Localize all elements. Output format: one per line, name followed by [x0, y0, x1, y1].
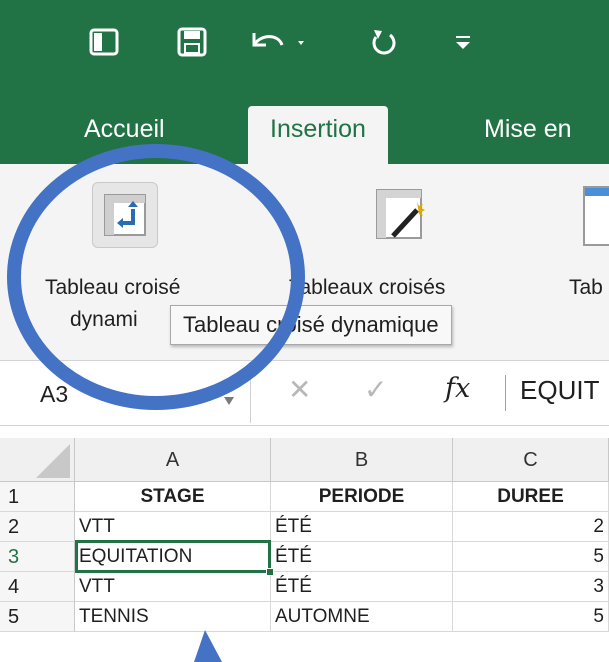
tab-mise-en-page[interactable]: Mise en	[484, 106, 572, 164]
redo-icon[interactable]	[363, 22, 403, 62]
row-header-1[interactable]: 1	[0, 482, 75, 512]
cell-b1[interactable]: PERIODE	[271, 482, 453, 512]
column-header-a[interactable]: A	[75, 438, 271, 482]
pivot-table-icon	[92, 182, 158, 248]
name-box-divider	[250, 365, 251, 423]
pivot-table-label-line2: dynami	[70, 308, 138, 331]
formula-divider	[505, 375, 506, 411]
undo-icon[interactable]	[245, 22, 315, 62]
pivot-table-label: Tableau croisé	[45, 276, 181, 299]
cell-a5[interactable]: TENNIS	[75, 602, 271, 632]
row-header-4[interactable]: 4	[0, 572, 75, 602]
cell-a4[interactable]: VTT	[75, 572, 271, 602]
table-icon	[583, 186, 609, 246]
row-header-3[interactable]: 3	[0, 542, 75, 572]
cell-a2[interactable]: VTT	[75, 512, 271, 542]
title-bar	[0, 0, 609, 92]
name-box[interactable]: A3	[40, 371, 245, 417]
fx-icon[interactable]: fx	[445, 373, 470, 404]
cell-b4[interactable]: ÉTÉ	[271, 572, 453, 602]
cell-c1[interactable]: DUREE	[453, 482, 609, 512]
column-header-c[interactable]: C	[453, 438, 609, 482]
active-cell-border	[75, 540, 271, 573]
tab-insertion[interactable]: Insertion	[248, 106, 388, 164]
customize-icon[interactable]	[448, 22, 478, 62]
formula-bar: A3 ✕ ✓ fx EQUIT	[0, 360, 609, 426]
fill-handle[interactable]	[266, 568, 274, 576]
ribbon-tabs: Accueil Insertion Mise en	[0, 92, 609, 164]
name-box-stepper-icon[interactable]	[222, 373, 236, 418]
cell-c2[interactable]: 2	[453, 512, 609, 542]
cancel-icon[interactable]: ✕	[288, 373, 311, 406]
cell-c5[interactable]: 5	[453, 602, 609, 632]
recommended-pivot-label: Tableaux croisés	[289, 276, 446, 299]
tab-accueil[interactable]: Accueil	[84, 106, 165, 164]
table-label: Tab	[569, 276, 603, 299]
formula-input[interactable]: EQUIT	[520, 375, 599, 406]
cell-c3[interactable]: 5	[453, 542, 609, 572]
select-all-corner[interactable]	[0, 438, 75, 482]
pivot-table-tooltip: Tableau croisé dynamique	[170, 305, 452, 345]
cell-c4[interactable]: 3	[453, 572, 609, 602]
row-header-5[interactable]: 5	[0, 602, 75, 632]
cell-a1[interactable]: STAGE	[75, 482, 271, 512]
cell-b5[interactable]: AUTOMNE	[271, 602, 453, 632]
table-button[interactable]: Tab	[565, 164, 609, 360]
worksheet-grid: A B C 1 STAGE PERIODE DUREE 2 VTT ÉTÉ 2 …	[0, 426, 609, 662]
cell-b2[interactable]: ÉTÉ	[271, 512, 453, 542]
sidebar-toggle-icon[interactable]	[84, 22, 124, 62]
row-header-2[interactable]: 2	[0, 512, 75, 542]
column-header-b[interactable]: B	[271, 438, 453, 482]
recommended-pivot-icon	[371, 184, 435, 253]
cell-b3[interactable]: ÉTÉ	[271, 542, 453, 572]
confirm-icon[interactable]: ✓	[364, 373, 387, 406]
save-icon[interactable]	[172, 22, 212, 62]
